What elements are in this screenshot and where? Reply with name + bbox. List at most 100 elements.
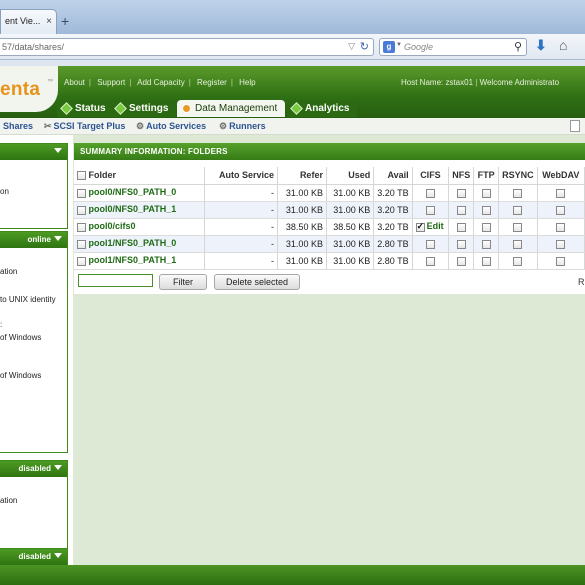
folder-cell[interactable]: pool0/NFS0_PATH_0 [74, 184, 206, 202]
cifs-checkbox[interactable] [425, 239, 435, 249]
register-link[interactable]: Register [197, 78, 227, 87]
chevron-down-icon[interactable] [54, 148, 62, 153]
rsync-cell [498, 218, 538, 236]
sidebar-item[interactable]: ation [0, 496, 17, 505]
filter-input[interactable] [78, 274, 153, 287]
reload-icon[interactable]: ↻ [360, 40, 369, 53]
add-capacity-link[interactable]: Add Capacity [137, 78, 185, 87]
tab-data-management[interactable]: Data Management [177, 100, 286, 117]
column-ftp[interactable]: FTP [473, 167, 500, 185]
about-link[interactable]: About [64, 78, 85, 87]
subnav-runners[interactable]: ⚙ Runners [219, 121, 266, 132]
search-bar[interactable]: g ▼ Google ⚲ [379, 38, 527, 56]
tab-analytics[interactable]: Analytics [287, 100, 358, 117]
sidebar-item[interactable]: : [0, 320, 2, 329]
rsync-checkbox[interactable] [513, 188, 523, 198]
folder-link[interactable]: pool0/NFS0_PATH_0 [89, 187, 177, 197]
folder-link[interactable]: pool1/NFS0_PATH_1 [89, 255, 177, 265]
column-refer[interactable]: Refer [277, 167, 327, 185]
row-checkbox[interactable] [77, 222, 86, 232]
chevron-down-icon[interactable] [54, 236, 62, 241]
cifs-checkbox[interactable] [425, 256, 435, 266]
rsync-checkbox[interactable] [513, 239, 523, 249]
webdav-checkbox[interactable] [556, 256, 566, 266]
row-checkbox[interactable] [77, 188, 86, 198]
subnav-auto-services[interactable]: ⚙ Auto Services [136, 121, 206, 132]
folder-link[interactable]: pool0/NFS0_PATH_1 [89, 204, 177, 214]
column-used[interactable]: Used [326, 167, 375, 185]
new-tab-button[interactable]: + [61, 13, 69, 29]
sidebar-panel-1-header[interactable] [0, 144, 67, 160]
close-tab-icon[interactable]: × [46, 16, 52, 27]
ftp-checkbox[interactable] [481, 205, 491, 215]
column-rsync[interactable]: RSYNC [498, 167, 538, 185]
chevron-down-icon[interactable] [54, 553, 62, 558]
webdav-checkbox[interactable] [556, 222, 566, 232]
sidebar-item[interactable]: of Windows [0, 371, 41, 380]
nfs-checkbox[interactable] [456, 239, 466, 249]
cifs-checkbox[interactable] [425, 205, 435, 215]
row-checkbox[interactable] [77, 205, 86, 215]
filter-button[interactable]: Filter [159, 274, 207, 290]
cifs-edit-link[interactable]: Edit [427, 221, 444, 231]
support-link[interactable]: Support [97, 78, 125, 87]
search-icon[interactable]: ⚲ [514, 40, 522, 53]
column-cifs[interactable]: CIFS [412, 167, 450, 185]
browser-tab[interactable]: ent Vie... × [0, 9, 57, 34]
select-all-checkbox[interactable] [77, 171, 86, 181]
column-webdav[interactable]: WebDAV [537, 167, 585, 185]
print-icon[interactable] [570, 120, 580, 132]
sidebar-panel-4-header[interactable]: disabled [0, 549, 67, 565]
delete-selected-button[interactable]: Delete selected [214, 274, 300, 290]
tab-settings[interactable]: Settings [111, 100, 177, 117]
search-engine-dropdown-icon[interactable]: ▼ [396, 42, 402, 48]
home-icon[interactable]: ⌂ [559, 37, 567, 53]
refer-cell: 31.00 KB [277, 252, 327, 270]
column-nfs[interactable]: NFS [448, 167, 475, 185]
sidebar-item[interactable]: on [0, 187, 9, 196]
rsync-checkbox[interactable] [513, 205, 523, 215]
ftp-checkbox[interactable] [481, 239, 491, 249]
webdav-checkbox[interactable] [556, 239, 566, 249]
subnav-shares[interactable]: Shares [3, 121, 33, 131]
logo-trademark: ™ [47, 79, 53, 85]
cifs-checkbox[interactable] [425, 188, 435, 198]
webdav-checkbox[interactable] [556, 188, 566, 198]
app-logo[interactable]: enta ™ [0, 66, 58, 112]
webdav-checkbox[interactable] [556, 205, 566, 215]
nfs-checkbox[interactable] [456, 205, 466, 215]
ftp-checkbox[interactable] [481, 256, 491, 266]
url-bar[interactable]: 57/data/shares/ ▽ ↻ [0, 38, 374, 56]
ftp-checkbox[interactable] [481, 222, 491, 232]
sidebar-item[interactable]: to UNIX identity [0, 295, 56, 304]
sidebar-panel-3-header[interactable]: disabled [0, 461, 67, 477]
row-checkbox[interactable] [77, 256, 86, 266]
search-engine-icon[interactable]: g [383, 41, 395, 53]
tab-status[interactable]: Status [57, 100, 114, 117]
nfs-checkbox[interactable] [456, 222, 466, 232]
sidebar-panel-2-header[interactable]: online [0, 232, 67, 248]
rsync-checkbox[interactable] [513, 222, 523, 232]
folder-cell[interactable]: pool1/NFS0_PATH_1 [74, 252, 206, 270]
sidebar-item[interactable]: of Windows [0, 333, 41, 342]
folder-link[interactable]: pool0/cifs0 [89, 221, 136, 231]
rsync-checkbox[interactable] [513, 256, 523, 266]
column-avail[interactable]: Avail [373, 167, 413, 185]
help-link[interactable]: Help [239, 78, 255, 87]
folder-link[interactable]: pool1/NFS0_PATH_0 [89, 238, 177, 248]
column-folder[interactable]: Folder [74, 167, 206, 185]
folder-cell[interactable]: pool0/NFS0_PATH_1 [74, 201, 206, 219]
row-checkbox[interactable] [77, 239, 86, 249]
column-auto-service[interactable]: Auto Service [204, 167, 278, 185]
nfs-checkbox[interactable] [456, 256, 466, 266]
ftp-checkbox[interactable] [481, 188, 491, 198]
chevron-down-icon[interactable] [54, 465, 62, 470]
sidebar-item[interactable]: ation [0, 267, 17, 276]
nfs-checkbox[interactable] [456, 188, 466, 198]
subnav-scsi-target-plus[interactable]: ✂ SCSI Target Plus [44, 121, 125, 132]
folder-cell[interactable]: pool1/NFS0_PATH_0 [74, 235, 206, 253]
url-dropdown-icon[interactable]: ▽ [348, 41, 355, 52]
cifs-checkbox-checked[interactable] [415, 221, 425, 232]
download-icon[interactable]: ⬇ [535, 37, 547, 54]
folder-cell[interactable]: pool0/cifs0 [74, 218, 206, 236]
